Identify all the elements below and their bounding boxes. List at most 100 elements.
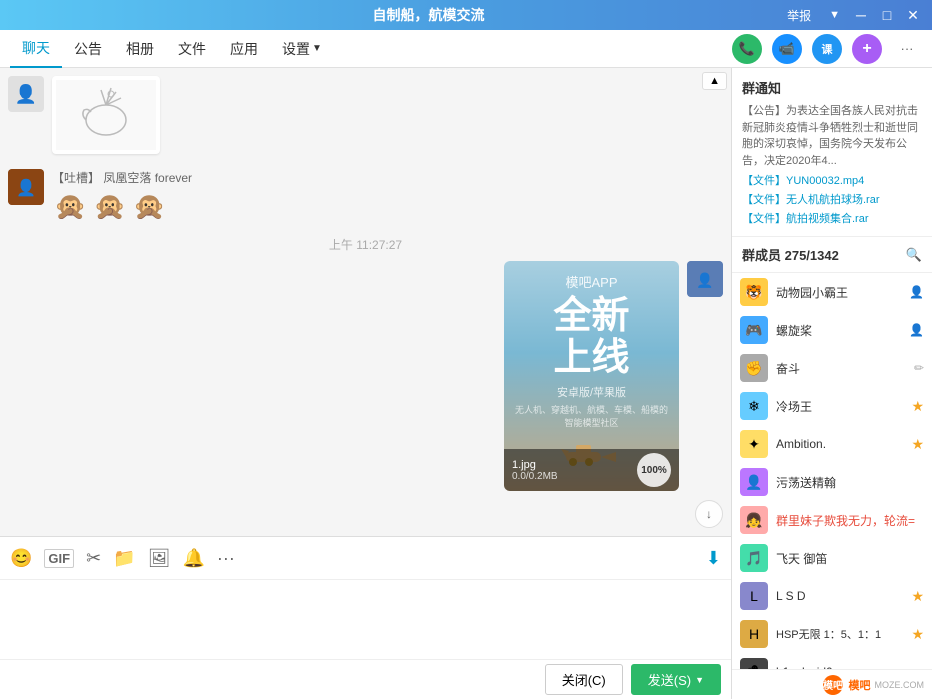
send-arrow-icon: ▼ [695,675,704,685]
bell-button[interactable]: 🔔 [182,548,204,569]
more-icon: ··· [901,41,914,56]
platform-text: 安卓版/苹果版 [515,384,668,400]
close-button[interactable]: ✕ [904,7,922,24]
add-button[interactable]: + [852,34,882,64]
emoji-button[interactable]: 😊 [10,548,32,569]
msg-row-image: 👤 模吧APP 全新 上线 安卓版/ [8,261,723,491]
messages-wrapper: ▲ 👤 [0,68,731,536]
member-avatar: 🕷 [740,658,768,669]
scissors-button[interactable]: ✂ [86,548,101,569]
member-item[interactable]: 🕷 b1ackwid0w [732,653,932,669]
group-notice: 群通知 【公告】为表达全国各族人民对抗击新冠肺炎疫情斗争牺牲烈士和逝世同胞的深切… [732,68,932,237]
member-avatar: 🐯 [740,278,768,306]
nav-apps[interactable]: 应用 [218,31,270,67]
desc-text: 无人机、穿越机、航模、车模、船模的智能模型社区 [515,403,668,429]
member-avatar: 🎮 [740,316,768,344]
msg-sender: 【吐槽】 凤凰空落 forever [52,169,192,186]
message-input[interactable] [8,588,723,648]
avatar-left: 👤 [8,169,44,205]
member-item[interactable]: 👤 污荡送精翰 [732,463,932,501]
member-name: 冷场王 [776,398,903,415]
member-badge-star: ★ [911,436,924,453]
bottom-buttons: 关闭(C) 发送(S) ▼ [0,659,731,699]
chat-area: ▲ 👤 [0,68,732,699]
member-badge-person: 👤 [909,323,924,337]
member-item[interactable]: L L S D ★ [732,577,932,615]
member-name: 飞天 御笛 [776,550,924,567]
maximize-button[interactable]: □ [878,7,896,23]
file-item-2[interactable]: 【文件】无人机航拍球场.rar [742,191,922,207]
msg-content [52,76,160,157]
nav-file[interactable]: 文件 [166,31,218,67]
member-name: L S D [776,589,903,603]
nav-album[interactable]: 相册 [114,31,166,67]
member-item[interactable]: ✦ Ambition. ★ [732,425,932,463]
image-button[interactable]: 🖼 [148,548,171,569]
file-item-1[interactable]: 【文件】YUN00032.mp4 [742,172,922,188]
progress-circle: 100% [637,453,671,487]
toolbar-right: ⬇ [706,548,721,569]
member-item[interactable]: 👧 群里妹子欺我无力，轮流= [732,501,932,539]
class-label: 课 [822,41,833,57]
video-button[interactable]: 📹 [772,34,802,64]
messages-list: 👤 [0,68,731,536]
app-big-text: 全新 上线 [515,296,668,380]
report-link[interactable]: 举报 [787,7,811,24]
member-name: 污荡送精翰 [776,474,924,491]
phone-button[interactable]: 📞 [732,34,762,64]
member-name: 群里妹子欺我无力，轮流= [776,512,924,529]
msg-bubble-sketch [52,76,160,154]
close-chat-button[interactable]: 关闭(C) [545,664,623,695]
app-name: 模吧APP [515,272,668,291]
image-message[interactable]: 模吧APP 全新 上线 安卓版/苹果版 无人机、穿越机、航模、车模、船模的智能模… [504,261,679,491]
msg-row-emojis: 👤 【吐槽】 凤凰空落 forever 🙊 🙊 🙊 [8,169,723,224]
member-item[interactable]: 🐯 动物园小霸王 👤 [732,273,932,311]
gif-button[interactable]: GIF [44,549,74,568]
member-name: Ambition. [776,437,903,451]
scroll-down-button[interactable]: ↓ [695,500,723,528]
msg-row-sketch: 👤 [8,76,723,157]
member-avatar: 🎵 [740,544,768,572]
titlebar-controls: 举报 ▼ ─ □ ✕ [787,7,922,24]
members-search-button[interactable]: 🔍 [906,247,922,263]
member-item[interactable]: ✊ 奋斗 ✏ [732,349,932,387]
member-name: b1ackwid0w [776,665,924,669]
member-avatar: ✊ [740,354,768,382]
file-item-3[interactable]: 【文件】航拍视频集合.rar [742,210,922,226]
member-item[interactable]: H HSP无限 1：5、1：1 ★ [732,615,932,653]
nav-right: 📞 📹 课 + ··· [732,34,922,64]
member-avatar: 👤 [740,468,768,496]
minimize-button[interactable]: ─ [852,7,870,23]
member-item[interactable]: 🎵 飞天 御笛 [732,539,932,577]
notice-content: 【公告】为表达全国各族人民对抗击新冠肺炎疫情斗争牺牲烈士和逝世同胞的深切哀悼，国… [742,103,922,169]
msg-bubble-emoji: 🙊 🙊 🙊 [52,189,168,224]
member-badge-person: 👤 [909,285,924,299]
avatar: 👤 [8,76,44,112]
nav-notice[interactable]: 公告 [62,31,114,67]
member-badge-star: ★ [911,398,924,415]
chevron-down-icon[interactable]: ▼ [829,9,840,21]
class-button[interactable]: 课 [812,34,842,64]
logo-icon: 模吧 [821,673,845,697]
member-name: HSP无限 1：5、1：1 [776,626,903,642]
plus-icon: + [862,40,871,58]
scroll-up-indicator[interactable]: ▲ [702,72,727,90]
msg-content-image[interactable]: 模吧APP 全新 上线 安卓版/苹果版 无人机、穿越机、航模、车模、船模的智能模… [504,261,679,491]
titlebar: 自制船，航模交流 举报 ▼ ─ □ ✕ [0,0,932,30]
msg-content-emojis: 【吐槽】 凤凰空落 forever 🙊 🙊 🙊 [52,169,192,224]
member-item[interactable]: 🎮 螺旋桨 👤 [732,311,932,349]
nav-settings[interactable]: 设置 ▼ [270,31,334,67]
avatar-right: 👤 [687,261,723,297]
more-toolbar-button[interactable]: ··· [217,548,235,569]
nav-chat[interactable]: 聊天 [10,30,62,68]
member-name: 动物园小霸王 [776,284,901,301]
more-button[interactable]: ··· [892,34,922,64]
scroll-to-bottom-button[interactable]: ⬇ [706,548,721,569]
members-header: 群成员 275/1342 🔍 [732,237,932,273]
member-item[interactable]: ❄ 冷场王 ★ [732,387,932,425]
file-name: 1.jpg [512,459,558,471]
send-label: 发送(S) [648,670,691,689]
folder-button[interactable]: 📁 [113,548,135,569]
send-button[interactable]: 发送(S) ▼ [631,664,721,695]
logo-text: 模吧 [849,677,871,693]
